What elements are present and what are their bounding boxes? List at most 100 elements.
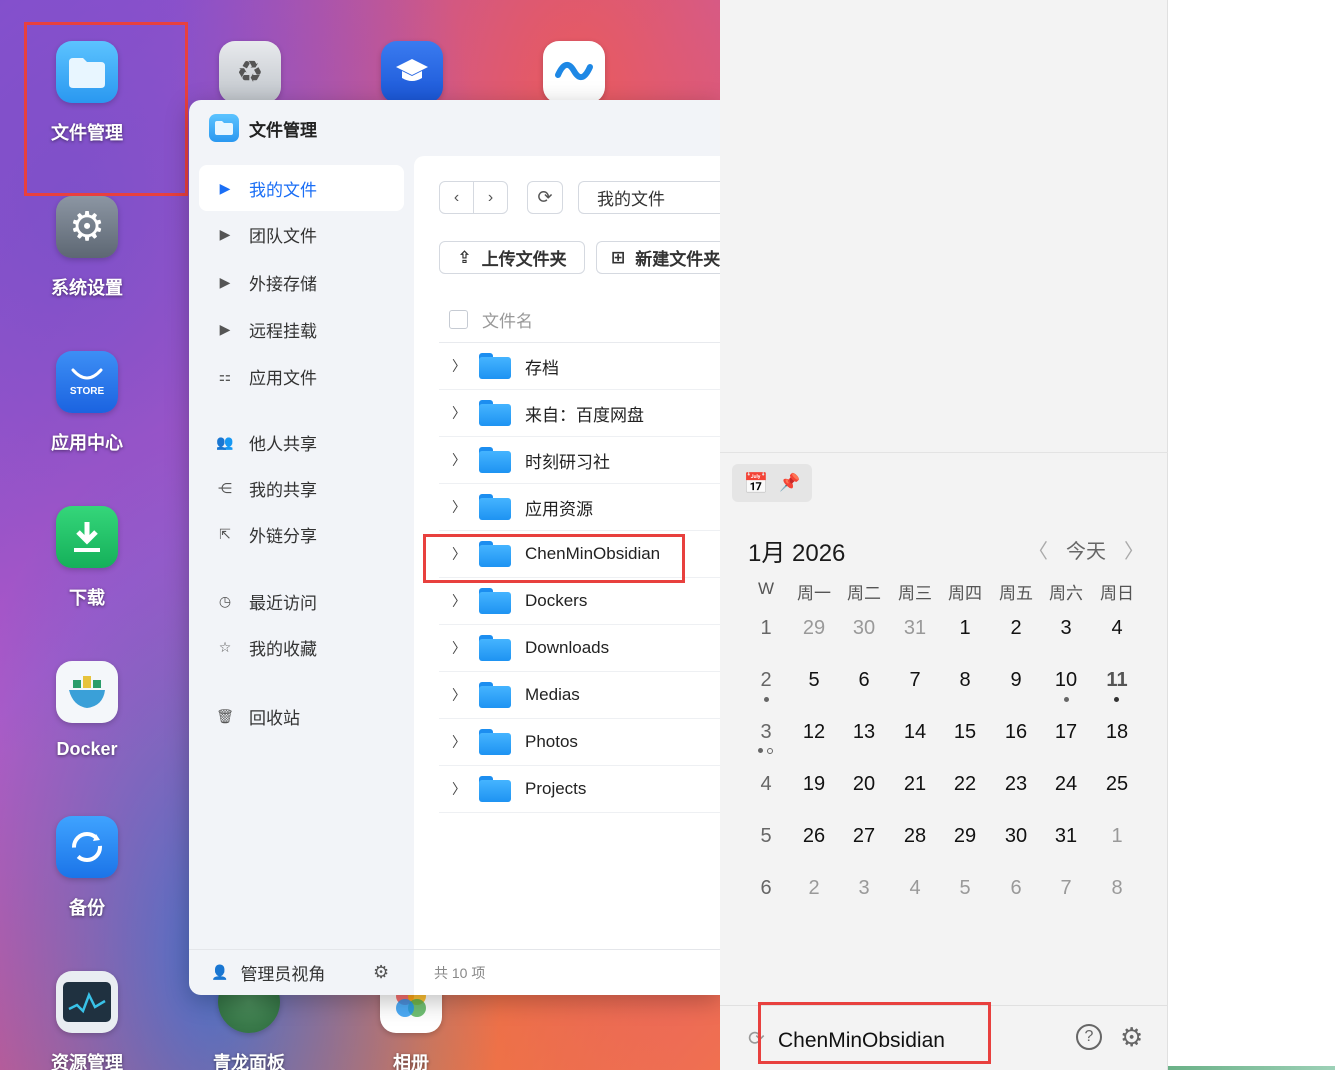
calendar-day[interactable]: 5	[941, 877, 989, 900]
calendar-day[interactable]: 7	[891, 669, 939, 692]
sidebar-item-link-shares[interactable]: ⇱ 外链分享	[199, 511, 404, 557]
file-row[interactable]: 〉 Downloads	[439, 625, 720, 672]
file-row[interactable]: 〉 Photos	[439, 719, 720, 766]
today-button[interactable]: 今天	[1066, 535, 1106, 564]
pin-icon[interactable]: 📌	[779, 473, 800, 493]
week-number[interactable]: 6	[742, 877, 790, 900]
sync-icon[interactable]	[543, 41, 605, 103]
admin-view-toggle[interactable]: 👤 管理员视角 ⚙	[189, 949, 414, 995]
file-row[interactable]: 〉 Projects	[439, 766, 720, 813]
calendar-day[interactable]: 8	[1093, 877, 1141, 900]
chevron-right-icon[interactable]: 〉	[439, 591, 479, 611]
file-row[interactable]: 〉 Dockers	[439, 578, 720, 625]
chevron-right-icon[interactable]: 〉	[439, 638, 479, 658]
calendar-day[interactable]: 3	[1042, 617, 1090, 640]
calendar-day[interactable]: 7	[1042, 877, 1090, 900]
back-button[interactable]: ‹	[439, 181, 474, 214]
calendar-day[interactable]: 26	[790, 825, 838, 848]
help-icon[interactable]: ?	[1076, 1024, 1102, 1050]
calendar-day[interactable]: 8	[941, 669, 989, 692]
calendar-day[interactable]: 6	[840, 669, 888, 692]
calendar-day[interactable]: 2	[992, 617, 1040, 640]
calendar-day[interactable]: 3	[840, 877, 888, 900]
file-row[interactable]: 〉 应用资源	[439, 484, 720, 531]
sidebar-item-my-files[interactable]: ▶ 我的文件	[199, 165, 404, 211]
path-bar[interactable]: 我的文件	[578, 181, 720, 214]
gear-icon[interactable]: ⚙	[1120, 1022, 1143, 1053]
sidebar-item-app-files[interactable]: ⚏ 应用文件	[199, 353, 404, 399]
file-row[interactable]: 〉 来自：百度网盘	[439, 390, 720, 437]
calendar-day[interactable]: 30	[992, 825, 1040, 848]
calendar-icon[interactable]: 📅	[743, 471, 768, 496]
calendar-day[interactable]: 21	[891, 773, 939, 796]
calendar-day[interactable]: 15	[941, 721, 989, 744]
week-number[interactable]: 4	[742, 773, 790, 796]
prev-month-button[interactable]: 〈	[1028, 535, 1048, 564]
calendar-day[interactable]: 12	[790, 721, 838, 744]
calendar-day-today[interactable]: 11	[1093, 669, 1141, 692]
desktop-app-resource-monitor[interactable]: 资源管理	[22, 971, 152, 1070]
calendar-day[interactable]: 13	[840, 721, 888, 744]
chevron-right-icon[interactable]: 〉	[439, 685, 479, 705]
desktop-app-settings[interactable]: ⚙ 系统设置	[22, 196, 152, 300]
calendar-day[interactable]: 4	[1093, 617, 1141, 640]
graduation-cap-icon[interactable]	[381, 41, 443, 103]
desktop-app-backup[interactable]: 备份	[22, 816, 152, 920]
calendar-day[interactable]: 24	[1042, 773, 1090, 796]
gear-icon[interactable]: ⚙	[373, 962, 389, 983]
refresh-button[interactable]: ⟳	[527, 181, 563, 214]
file-row[interactable]: 〉 Medias	[439, 672, 720, 719]
calendar-day[interactable]: 18	[1093, 721, 1141, 744]
sidebar-item-shared-with-me[interactable]: 👥 他人共享	[199, 419, 404, 465]
new-folder-button[interactable]: ⊞ 新建文件夹	[596, 241, 720, 274]
calendar-day[interactable]: 9	[992, 669, 1040, 692]
desktop-app-download[interactable]: 下载	[22, 506, 152, 610]
recycle-icon[interactable]: ♻	[219, 41, 281, 103]
select-all-checkbox[interactable]	[449, 309, 468, 329]
sidebar-item-recent[interactable]: ◷ 最近访问	[199, 578, 404, 624]
sidebar-item-trash[interactable]: 🗑 回收站	[199, 693, 404, 739]
calendar-day[interactable]: 19	[790, 773, 838, 796]
upload-folder-button[interactable]: ⇪ 上传文件夹	[439, 241, 585, 274]
sidebar-item-external-storage[interactable]: ▶ 外接存储	[199, 259, 404, 305]
chevron-right-icon[interactable]: 〉	[439, 356, 479, 376]
sidebar-item-team-files[interactable]: ▶ 团队文件	[199, 211, 404, 257]
chevron-right-icon[interactable]: 〉	[439, 497, 479, 517]
calendar-day[interactable]: 23	[992, 773, 1040, 796]
calendar-day[interactable]: 29	[941, 825, 989, 848]
forward-button[interactable]: ›	[473, 181, 508, 214]
sidebar-item-my-shares[interactable]: ⋲ 我的共享	[199, 465, 404, 511]
week-number[interactable]: 2	[742, 669, 790, 692]
week-number[interactable]: 1	[742, 617, 790, 640]
desktop-app-docker[interactable]: Docker	[22, 661, 152, 760]
calendar-day[interactable]: 1	[941, 617, 989, 640]
calendar-day[interactable]: 10	[1042, 669, 1090, 692]
calendar-day[interactable]: 29	[790, 617, 838, 640]
next-month-button[interactable]: 〉	[1124, 535, 1144, 564]
calendar-day[interactable]: 25	[1093, 773, 1141, 796]
chevron-right-icon[interactable]: 〉	[439, 403, 479, 423]
calendar-day[interactable]: 2	[790, 877, 838, 900]
week-number[interactable]: 5	[742, 825, 790, 848]
calendar-day[interactable]: 16	[992, 721, 1040, 744]
file-row[interactable]: 〉 时刻研习社	[439, 437, 720, 484]
calendar-day[interactable]: 14	[891, 721, 939, 744]
sidebar-item-remote-mount[interactable]: ▶ 远程挂载	[199, 306, 404, 352]
window-titlebar[interactable]: 文件管理	[189, 100, 720, 156]
calendar-day[interactable]: 27	[840, 825, 888, 848]
sidebar-item-favorites[interactable]: ☆ 我的收藏	[199, 624, 404, 670]
calendar-day[interactable]: 31	[1042, 825, 1090, 848]
calendar-day[interactable]: 1	[1093, 825, 1141, 848]
calendar-day[interactable]: 22	[941, 773, 989, 796]
calendar-day[interactable]: 31	[891, 617, 939, 640]
chevron-right-icon[interactable]: 〉	[439, 450, 479, 470]
calendar-day[interactable]: 17	[1042, 721, 1090, 744]
calendar-day[interactable]: 30	[840, 617, 888, 640]
calendar-day[interactable]: 28	[891, 825, 939, 848]
desktop-app-store[interactable]: STORE 应用中心	[22, 351, 152, 455]
chevron-right-icon[interactable]: 〉	[439, 779, 479, 799]
chevron-right-icon[interactable]: 〉	[439, 732, 479, 752]
calendar-day[interactable]: 4	[891, 877, 939, 900]
calendar-day[interactable]: 20	[840, 773, 888, 796]
calendar-day[interactable]: 6	[992, 877, 1040, 900]
